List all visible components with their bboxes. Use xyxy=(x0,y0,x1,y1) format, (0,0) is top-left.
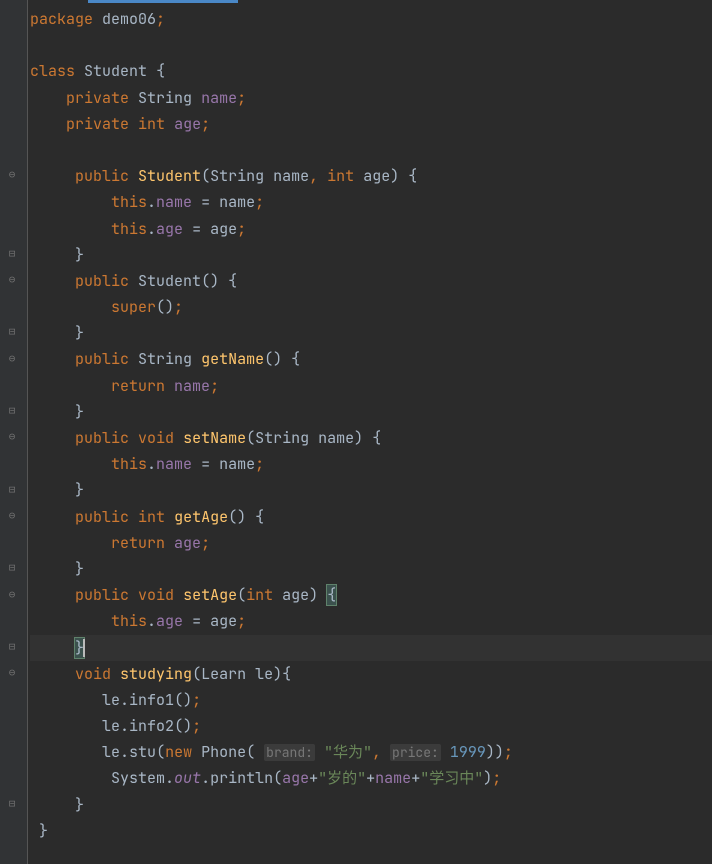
fold-icon[interactable]: ⊖ xyxy=(5,352,19,366)
code-line[interactable]: super(); xyxy=(30,294,712,320)
code-line[interactable]: } xyxy=(30,399,712,425)
fold-icon[interactable]: ⊟ xyxy=(5,325,19,339)
fold-icon[interactable]: ⊟ xyxy=(5,797,19,811)
code-line[interactable]: this.age = age; xyxy=(30,216,712,242)
text-cursor xyxy=(83,639,85,657)
editor-gutter[interactable]: ⊖ ⊟ ⊖ ⊟ ⊖ ⊟ ⊖ ⊟ ⊖ ⊟ ⊖ ⊟ ⊖ ⊟ xyxy=(0,0,28,864)
fold-icon[interactable]: ⊟ xyxy=(5,247,19,261)
code-line[interactable]: le.info1(); xyxy=(30,687,712,713)
code-line[interactable]: this.name = name; xyxy=(30,189,712,215)
code-line[interactable]: class Student { xyxy=(30,58,712,84)
fold-icon[interactable]: ⊟ xyxy=(5,640,19,654)
code-line[interactable]: } xyxy=(30,792,712,818)
code-line[interactable]: } xyxy=(30,556,712,582)
fold-icon[interactable]: ⊖ xyxy=(5,588,19,602)
code-line[interactable]: } xyxy=(30,242,712,268)
code-line[interactable]: System.out.println(age+"岁的"+name+"学习中"); xyxy=(30,765,712,791)
code-line-active[interactable]: } xyxy=(30,635,712,661)
code-line[interactable]: public void setAge(int age) { xyxy=(30,582,712,608)
code-line[interactable]: public void setName(String name) { xyxy=(30,425,712,451)
code-line[interactable]: } xyxy=(30,818,712,844)
code-line[interactable]: private int age; xyxy=(30,111,712,137)
fold-icon[interactable]: ⊟ xyxy=(5,561,19,575)
code-line[interactable] xyxy=(30,137,712,163)
code-content[interactable]: package demo06; class Student { private … xyxy=(28,0,712,864)
code-line[interactable]: public int getAge() { xyxy=(30,504,712,530)
fold-icon[interactable]: ⊖ xyxy=(5,509,19,523)
code-line[interactable]: } xyxy=(30,477,712,503)
code-line[interactable]: le.info2(); xyxy=(30,713,712,739)
parameter-hint: price: xyxy=(390,744,441,761)
code-line[interactable]: } xyxy=(30,320,712,346)
fold-icon[interactable]: ⊖ xyxy=(5,430,19,444)
code-line[interactable]: return name; xyxy=(30,373,712,399)
code-line[interactable]: this.age = age; xyxy=(30,608,712,634)
code-line[interactable]: void studying(Learn le){ xyxy=(30,661,712,687)
code-editor[interactable]: ⊖ ⊟ ⊖ ⊟ ⊖ ⊟ ⊖ ⊟ ⊖ ⊟ ⊖ ⊟ ⊖ ⊟ package demo… xyxy=(0,0,712,864)
fold-icon[interactable]: ⊟ xyxy=(5,404,19,418)
code-line[interactable]: return age; xyxy=(30,530,712,556)
code-line[interactable]: private String name; xyxy=(30,85,712,111)
code-line[interactable]: le.stu(new Phone( brand: "华为", price: 19… xyxy=(30,739,712,765)
code-line[interactable] xyxy=(30,32,712,58)
parameter-hint: brand: xyxy=(264,744,315,761)
code-line[interactable]: public Student() { xyxy=(30,268,712,294)
fold-icon[interactable]: ⊖ xyxy=(5,168,19,182)
code-line[interactable]: this.name = name; xyxy=(30,451,712,477)
fold-icon[interactable]: ⊟ xyxy=(5,483,19,497)
fold-icon[interactable]: ⊖ xyxy=(5,273,19,287)
code-line[interactable]: public Student(String name, int age) { xyxy=(30,163,712,189)
code-line[interactable]: package demo06; xyxy=(30,6,712,32)
active-tab-indicator xyxy=(88,0,238,3)
fold-icon[interactable]: ⊖ xyxy=(5,666,19,680)
matched-brace: { xyxy=(326,584,337,606)
code-line[interactable]: public String getName() { xyxy=(30,346,712,372)
